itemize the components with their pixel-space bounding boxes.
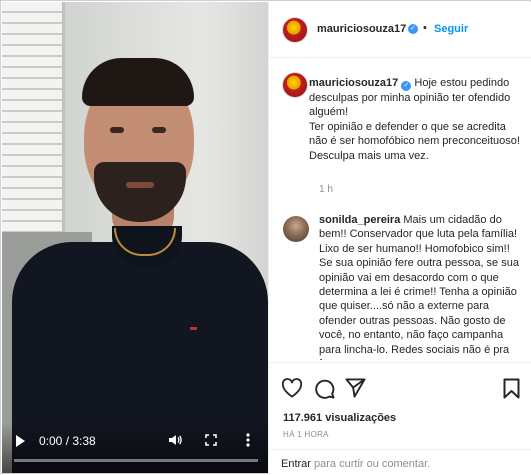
window-blinds — [2, 2, 65, 232]
instagram-post: 0:00 / 3:38 mauriciosouza17 ✓ • Seguir m… — [0, 0, 531, 474]
caption-line-3: Desculpa mais uma vez. — [309, 149, 429, 162]
person-eye-left — [110, 127, 124, 133]
follow-button[interactable]: Seguir — [434, 23, 468, 35]
views-count[interactable]: 117.961 visualizações — [283, 412, 396, 424]
post-caption: mauriciosouza17 ✓ Hoje estou pedindo des… — [309, 76, 527, 163]
comment-username[interactable]: sonilda_pereira — [319, 214, 400, 226]
comment: sonilda_pereira Mais um cidadão do bem!!… — [319, 213, 525, 360]
caption-avatar[interactable] — [282, 72, 308, 98]
login-link[interactable]: Entrar — [281, 458, 311, 470]
post-header: mauriciosouza17 ✓ • Seguir — [269, 2, 531, 58]
heart-icon[interactable] — [281, 378, 303, 398]
comment-icon[interactable] — [314, 378, 335, 399]
person-mouth — [126, 182, 154, 188]
more-options-icon[interactable] — [246, 432, 250, 448]
caption-username[interactable]: mauriciosouza17 — [309, 77, 398, 89]
caption-line-2: Ter opinião e defender o que se acredita… — [309, 120, 520, 148]
video-player[interactable]: 0:00 / 3:38 — [2, 2, 268, 473]
bookmark-icon[interactable] — [503, 378, 520, 399]
play-icon[interactable] — [16, 435, 25, 447]
video-time: 0:00 / 3:38 — [39, 434, 96, 448]
verified-icon: ✓ — [408, 24, 418, 34]
caption-timestamp: 1 h — [319, 184, 333, 195]
verified-icon: ✓ — [401, 81, 412, 91]
share-icon[interactable] — [345, 378, 366, 398]
login-prompt-text: para curtir ou comentar. — [314, 458, 431, 470]
person-eye-right — [152, 127, 166, 133]
comment-text: Mais um cidadão do bem!! Conservador que… — [319, 214, 519, 360]
header-username[interactable]: mauriciosouza17 — [317, 23, 406, 35]
commenter-avatar[interactable] — [283, 216, 309, 242]
person-hair — [82, 58, 194, 106]
fullscreen-icon[interactable] — [205, 434, 217, 446]
volume-icon[interactable] — [168, 433, 182, 447]
login-prompt: Entrar para curtir ou comentar. — [281, 458, 430, 470]
video-progress-bar[interactable] — [14, 459, 258, 462]
post-details-panel: mauriciosouza17 ✓ • Seguir mauriciosouza… — [268, 2, 531, 474]
header-separator: • — [423, 22, 427, 34]
post-age: HÁ 1 HORA — [283, 430, 329, 439]
author-avatar[interactable] — [282, 17, 308, 43]
shirt-logo — [190, 327, 197, 330]
